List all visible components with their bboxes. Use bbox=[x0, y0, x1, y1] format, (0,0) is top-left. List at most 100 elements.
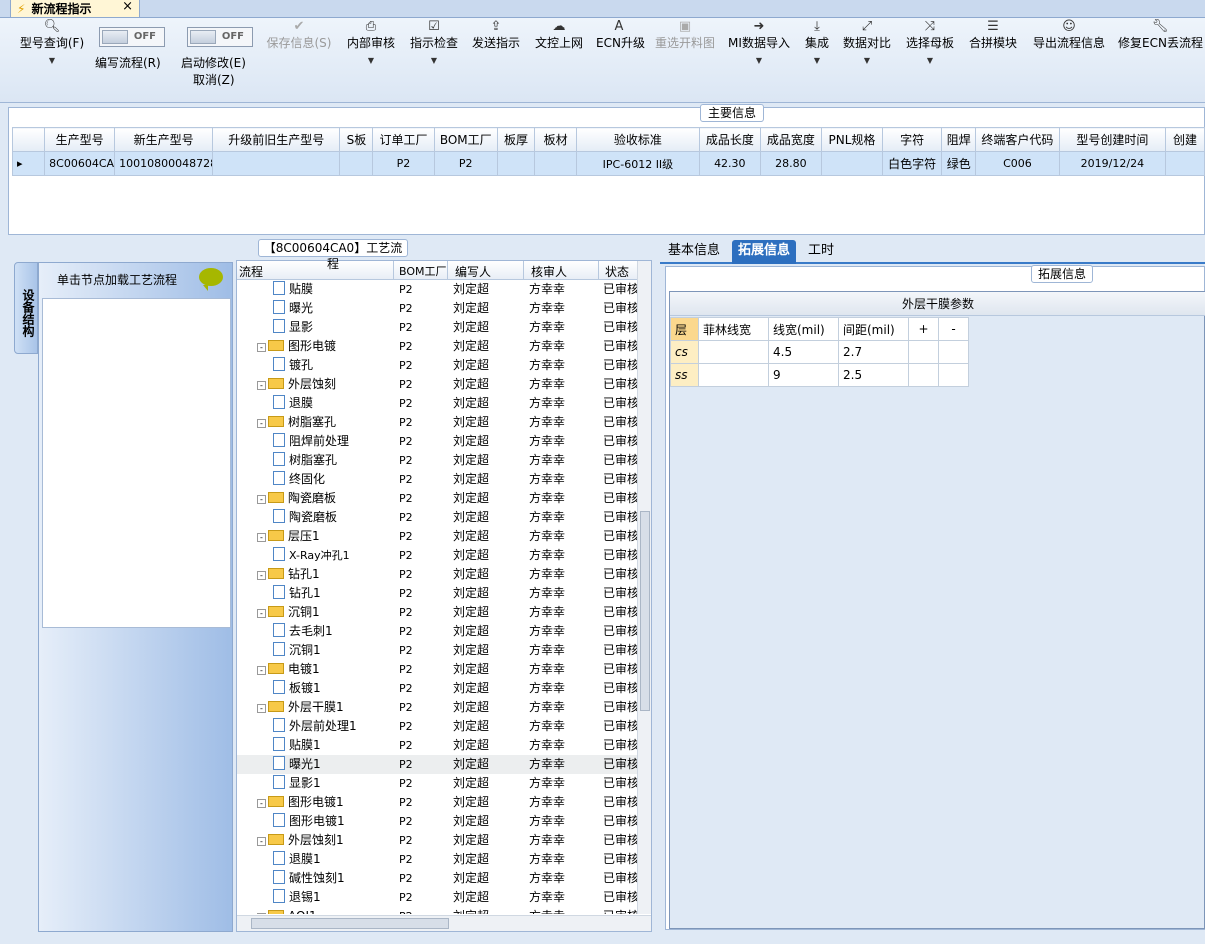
tree-row[interactable]: 图形电镀1 P2 刘定超 方幸幸 已审核 bbox=[237, 812, 637, 831]
compare-button[interactable]: ⤢ 数据对比 ▼ bbox=[841, 18, 893, 90]
horizontal-scrollbar[interactable] bbox=[237, 915, 651, 931]
merge-button[interactable]: ☰ 合拼模块 bbox=[967, 18, 1019, 90]
column-header[interactable]: 生产型号 bbox=[44, 127, 116, 152]
tree-row[interactable]: 贴膜 P2 刘定超 方幸幸 已审核 bbox=[237, 280, 637, 299]
param-cell[interactable]: 2.7 bbox=[838, 340, 909, 364]
column-header[interactable]: 字符 bbox=[881, 127, 943, 152]
tree-row[interactable]: 镀孔 P2 刘定超 方幸幸 已审核 bbox=[237, 356, 637, 375]
collapse-icon[interactable]: - bbox=[257, 609, 266, 618]
table-cell[interactable]: C006 bbox=[975, 151, 1060, 176]
column-header[interactable]: BOM工厂 bbox=[433, 127, 498, 152]
tree-row[interactable]: 外层前处理1 P2 刘定超 方幸幸 已审核 bbox=[237, 717, 637, 736]
repair-button[interactable]: 🔧︎ 修复ECN丢流程 bbox=[1118, 18, 1203, 90]
dropdown-arrow-icon[interactable]: ▼ bbox=[16, 56, 88, 66]
column-header[interactable]: 成品宽度 bbox=[759, 127, 822, 152]
tree-row[interactable]: - 外层蚀刻1 P2 刘定超 方幸幸 已审核 bbox=[237, 831, 637, 850]
internal-review-button[interactable]: ⎙ 内部审核 ▼ bbox=[345, 18, 397, 90]
column-header[interactable]: 板材 bbox=[534, 127, 578, 152]
table-cell[interactable]: 10010800048728 bbox=[114, 151, 214, 176]
device-tree-area[interactable] bbox=[42, 298, 231, 628]
param-cell[interactable]: cs bbox=[670, 340, 699, 364]
start-modify-toggle[interactable]: OFF bbox=[187, 27, 253, 47]
collapse-icon[interactable]: - bbox=[257, 381, 266, 390]
collapse-icon[interactable]: - bbox=[257, 495, 266, 504]
param-cell[interactable]: 9 bbox=[768, 363, 839, 387]
tree-row[interactable]: - 图形电镀1 P2 刘定超 方幸幸 已审核 bbox=[237, 793, 637, 812]
tab-new-process[interactable]: ⚡ 新流程指示 × bbox=[10, 0, 140, 18]
param-cell[interactable]: ss bbox=[670, 363, 699, 387]
dropdown-arrow-icon[interactable]: ▼ bbox=[345, 56, 397, 66]
tree-row[interactable]: 曝光1 P2 刘定超 方幸幸 已审核 bbox=[237, 755, 637, 774]
table-cell[interactable] bbox=[339, 151, 374, 176]
dropdown-arrow-icon[interactable]: ▼ bbox=[727, 56, 791, 66]
param-cell[interactable] bbox=[698, 363, 769, 387]
tree-row[interactable]: X-Ray冲孔1 P2 刘定超 方幸幸 已审核 bbox=[237, 546, 637, 565]
save-button[interactable]: ✔ 保存信息(S) bbox=[262, 18, 336, 90]
tree-row[interactable]: 碱性蚀刻1 P2 刘定超 方幸幸 已审核 bbox=[237, 869, 637, 888]
param-cell[interactable] bbox=[938, 340, 969, 364]
collapse-icon[interactable]: - bbox=[257, 343, 266, 352]
scroll-thumb[interactable] bbox=[640, 511, 650, 711]
column-header[interactable]: PNL规格 bbox=[820, 127, 883, 152]
dropdown-arrow-icon[interactable]: ▼ bbox=[841, 56, 893, 66]
col-bom[interactable]: BOM工厂 bbox=[399, 263, 447, 279]
tab-extended-info[interactable]: 拓展信息 bbox=[732, 240, 797, 264]
table-cell[interactable]: 28.80 bbox=[759, 151, 822, 176]
collapse-icon[interactable]: - bbox=[257, 913, 266, 914]
column-header[interactable]: 新生产型号 bbox=[114, 127, 214, 152]
close-icon[interactable]: × bbox=[122, 0, 133, 14]
tree-row[interactable]: 树脂塞孔 P2 刘定超 方幸幸 已审核 bbox=[237, 451, 637, 470]
tree-row[interactable]: - 沉铜1 P2 刘定超 方幸幸 已审核 bbox=[237, 603, 637, 622]
cancel-label[interactable]: 取消(Z) bbox=[193, 71, 235, 88]
table-cell[interactable]: P2 bbox=[372, 151, 435, 176]
tree-row[interactable]: 陶瓷磨板 P2 刘定超 方幸幸 已审核 bbox=[237, 508, 637, 527]
table-cell[interactable]: 42.30 bbox=[698, 151, 761, 176]
collapse-icon[interactable]: - bbox=[257, 704, 266, 713]
column-header[interactable]: 型号创建时间 bbox=[1058, 127, 1167, 152]
tree-row[interactable]: - 电镀1 P2 刘定超 方幸幸 已审核 bbox=[237, 660, 637, 679]
send-button[interactable]: ⇪ 发送指示 bbox=[470, 18, 522, 90]
collapse-icon[interactable]: - bbox=[257, 799, 266, 808]
tree-row[interactable]: 板镀1 P2 刘定超 方幸幸 已审核 bbox=[237, 679, 637, 698]
ecn-upgrade-button[interactable]: A ECN升级 bbox=[596, 18, 645, 90]
column-header[interactable]: 订单工厂 bbox=[372, 127, 435, 152]
table-cell[interactable] bbox=[534, 151, 578, 176]
col-reviewer[interactable]: 核审人 bbox=[531, 263, 567, 280]
tree-row[interactable]: - 树脂塞孔 P2 刘定超 方幸幸 已审核 bbox=[237, 413, 637, 432]
param-cell[interactable]: 4.5 bbox=[768, 340, 839, 364]
tree-row[interactable]: 沉铜1 P2 刘定超 方幸幸 已审核 bbox=[237, 641, 637, 660]
table-cell[interactable] bbox=[1165, 151, 1205, 176]
tree-row[interactable]: - 外层干膜1 P2 刘定超 方幸幸 已审核 bbox=[237, 698, 637, 717]
collapse-icon[interactable]: - bbox=[257, 666, 266, 675]
column-header[interactable]: 成品长度 bbox=[698, 127, 761, 152]
table-cell[interactable]: IPC-6012 II级 bbox=[576, 151, 700, 176]
process-tree[interactable]: 贴膜 P2 刘定超 方幸幸 已审核 曝光 P2 刘定超 方幸幸 已审核 显影 P2 刘定超 方幸幸 已审核 -… bbox=[237, 280, 637, 914]
table-cell[interactable]: 2019/12/24 bbox=[1058, 151, 1167, 176]
column-header[interactable]: S板 bbox=[339, 127, 374, 152]
dropdown-arrow-icon[interactable]: ▼ bbox=[904, 56, 956, 66]
col-status[interactable]: 状态 bbox=[605, 263, 629, 280]
row-selector-header[interactable] bbox=[11, 127, 46, 152]
tree-row[interactable]: 退膜 P2 刘定超 方幸幸 已审核 bbox=[237, 394, 637, 413]
tree-row[interactable]: - 图形电镀 P2 刘定超 方幸幸 已审核 bbox=[237, 337, 637, 356]
table-cell[interactable] bbox=[212, 151, 341, 176]
column-header[interactable]: 升级前旧生产型号 bbox=[212, 127, 341, 152]
collapse-icon[interactable]: - bbox=[257, 837, 266, 846]
param-cell[interactable] bbox=[698, 340, 769, 364]
tree-row[interactable]: 钻孔1 P2 刘定超 方幸幸 已审核 bbox=[237, 584, 637, 603]
tab-basic-info[interactable]: 基本信息 bbox=[662, 240, 726, 264]
side-tab-device-structure[interactable]: 设备结构 bbox=[14, 262, 38, 354]
tree-row[interactable]: - 钻孔1 P2 刘定超 方幸幸 已审核 bbox=[237, 565, 637, 584]
param-column-header[interactable]: + bbox=[908, 317, 939, 341]
column-header[interactable]: 终端客户代码 bbox=[975, 127, 1060, 152]
param-row[interactable]: cs 4.5 2.7 bbox=[670, 340, 969, 364]
tree-row[interactable]: - 陶瓷磨板 P2 刘定超 方幸幸 已审核 bbox=[237, 489, 637, 508]
integrate-button[interactable]: ⤓ 集成 ▼ bbox=[801, 18, 833, 90]
param-column-header[interactable]: - bbox=[938, 317, 969, 341]
tree-row[interactable]: 退膜1 P2 刘定超 方幸幸 已审核 bbox=[237, 850, 637, 869]
table-cell[interactable]: 绿色 bbox=[941, 151, 977, 176]
table-cell[interactable] bbox=[496, 151, 536, 176]
tree-row[interactable]: 去毛刺1 P2 刘定超 方幸幸 已审核 bbox=[237, 622, 637, 641]
table-row[interactable]: ▸ 8C00604CA0 10010800048728 P2 P2 IPC-6012 I… bbox=[11, 151, 1205, 176]
tab-work-hours[interactable]: 工时 bbox=[802, 240, 840, 264]
